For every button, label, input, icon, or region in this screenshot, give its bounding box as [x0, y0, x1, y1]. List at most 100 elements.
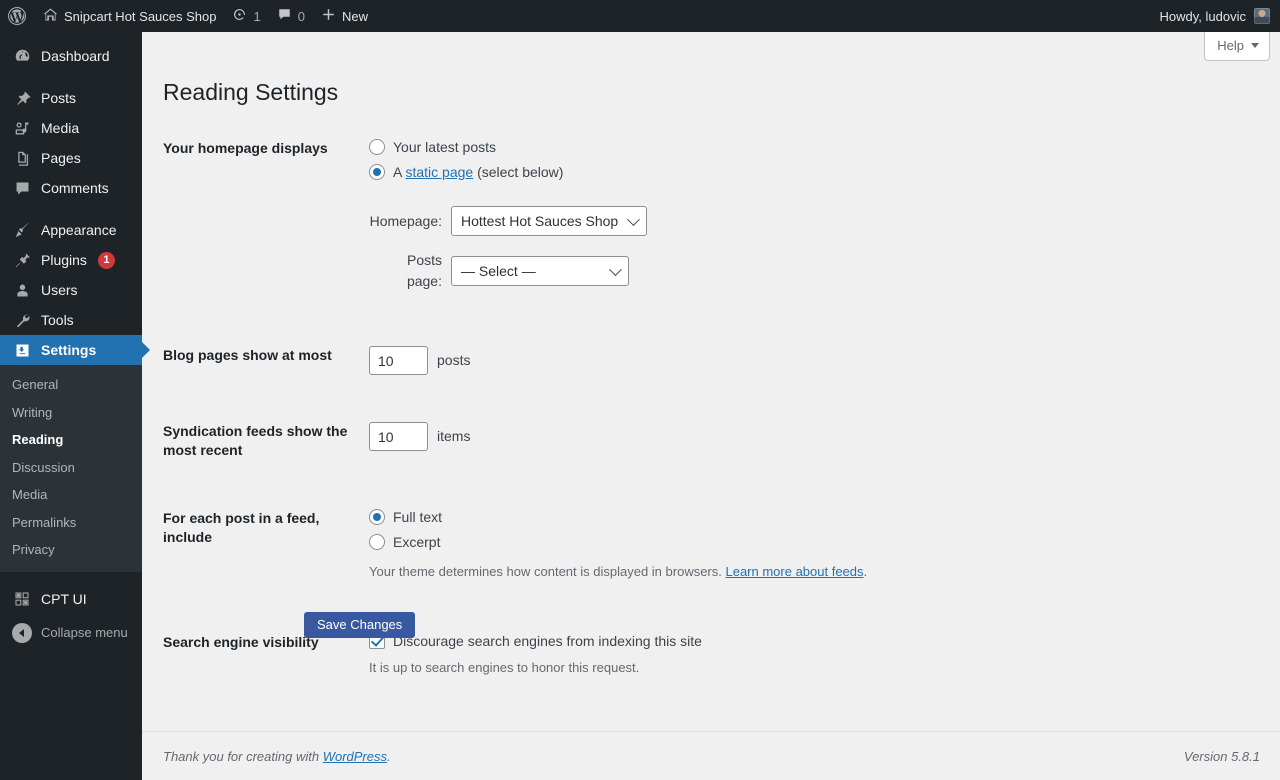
sidebar-item-comments[interactable]: Comments — [0, 173, 142, 203]
radio-full-text-control[interactable] — [369, 508, 385, 525]
blog-pages-unit: posts — [437, 352, 471, 368]
sidebar-item-label: Posts — [41, 90, 77, 106]
radio-excerpt[interactable]: Excerpt — [369, 533, 1243, 550]
radio-static-page[interactable]: A static page (select below) — [369, 164, 1243, 180]
updates-count: 1 — [253, 8, 261, 24]
wordpress-link[interactable]: WordPress — [323, 749, 387, 764]
grid-squares-icon — [12, 589, 32, 609]
sidebar-item-dashboard[interactable]: Dashboard — [0, 41, 142, 71]
radio-latest-posts-label: Your latest posts — [393, 139, 496, 155]
sidebar-item-label: Appearance — [41, 222, 117, 238]
row-blog-pages: Blog pages show at most posts — [163, 331, 1253, 390]
sidebar-item-appearance[interactable]: Appearance — [0, 215, 142, 245]
radio-excerpt-control[interactable] — [369, 533, 385, 550]
wordpress-logo-button[interactable] — [0, 0, 35, 32]
row-syndication-feeds: Syndication feeds show the most recent i… — [163, 407, 1253, 475]
blog-pages-input[interactable] — [369, 346, 428, 375]
submenu-item-privacy[interactable]: Privacy — [0, 536, 142, 564]
sidebar-item-cpt-ui[interactable]: CPT UI — [0, 584, 142, 614]
page-title: Reading Settings — [163, 79, 339, 105]
site-name-menu[interactable]: Snipcart Hot Sauces Shop — [35, 0, 224, 32]
dashboard-icon — [12, 46, 32, 66]
sidebar-divider — [0, 572, 142, 584]
comments-count: 0 — [297, 8, 305, 24]
syndication-field: items — [359, 407, 1253, 475]
save-changes-button[interactable]: Save Changes — [304, 612, 416, 638]
posts-page-select[interactable]: — Select — — [451, 256, 629, 286]
avatar — [1254, 8, 1270, 24]
pages-icon — [12, 148, 32, 168]
radio-latest-posts[interactable]: Your latest posts — [369, 139, 1243, 155]
homepage-select-row: Homepage: Hottest Hot Sauces Shop — [369, 206, 1243, 236]
sidebar-divider — [0, 71, 142, 83]
syndication-label: Syndication feeds show the most recent — [163, 423, 348, 458]
footer-version: Version 5.8.1 — [1183, 748, 1260, 764]
posts-page-select-row: Posts page: — Select — — [369, 250, 1243, 292]
sidebar-item-pages[interactable]: Pages — [0, 143, 142, 173]
sidebar-item-settings[interactable]: Settings — [0, 335, 150, 365]
static-page-link[interactable]: static page — [405, 164, 473, 180]
sidebar-item-users[interactable]: Users — [0, 275, 142, 305]
footer-thanks-prefix: Thank you for creating with — [163, 748, 323, 764]
main-content: Help Reading Settings Your homepage disp… — [142, 32, 1280, 780]
sidebar-item-label: CPT UI — [41, 590, 87, 607]
homepage-select[interactable]: Hottest Hot Sauces Shop — [451, 206, 648, 236]
pin-icon — [12, 88, 32, 108]
reading-settings-form: Your homepage displays Your latest posts… — [163, 124, 1253, 693]
feed-help-prefix: Your theme determines how content is dis… — [369, 563, 726, 579]
sidebar-item-plugins[interactable]: Plugins 1 — [0, 245, 142, 275]
homepage-select-value: Hottest Hot Sauces Shop — [461, 212, 619, 229]
checkbox-discourage-search-label: Discourage search engines from indexing … — [393, 633, 702, 650]
search-visibility-help: It is up to search engines to honor this… — [369, 660, 640, 676]
settings-submenu: General Writing Reading Discussion Media… — [0, 365, 142, 572]
submenu-item-permalinks[interactable]: Permalinks — [0, 509, 142, 537]
submenu-item-reading[interactable]: Reading — [0, 426, 142, 454]
home-icon — [43, 7, 58, 25]
chevron-down-icon — [627, 213, 641, 227]
new-content-button[interactable]: New — [313, 0, 376, 32]
footer-thanks-suffix: . — [387, 748, 391, 764]
howdy-label: Howdy, ludovic — [1159, 8, 1246, 24]
sidebar-item-label: Users — [41, 282, 78, 298]
homepage-select-caption: Homepage: — [369, 212, 442, 229]
radio-static-page-control[interactable] — [369, 164, 385, 180]
media-icon — [12, 118, 32, 138]
syndication-unit: items — [437, 428, 471, 444]
submenu-item-media[interactable]: Media — [0, 481, 142, 509]
sidebar-item-media[interactable]: Media — [0, 113, 142, 143]
submenu-item-general[interactable]: General — [0, 371, 142, 399]
feed-include-help: Your theme determines how content is dis… — [369, 562, 1243, 582]
submenu-item-writing[interactable]: Writing — [0, 399, 142, 427]
feed-include-label: For each post in a feed, include — [163, 509, 320, 545]
sidebar-divider — [0, 203, 142, 215]
sidebar-item-label: Pages — [41, 150, 81, 166]
plus-icon — [321, 7, 336, 25]
sidebar-item-label: Media — [41, 120, 80, 136]
help-tab-button[interactable]: Help — [1204, 32, 1270, 61]
plugins-update-badge: 1 — [97, 251, 115, 269]
sidebar-item-label: Settings — [41, 342, 97, 358]
collapse-menu-label: Collapse menu — [41, 625, 128, 641]
radio-static-page-label: A static page (select below) — [393, 165, 563, 179]
collapse-arrow-icon — [12, 622, 32, 643]
sidebar-item-posts[interactable]: Posts — [0, 83, 142, 113]
account-menu[interactable]: Howdy, ludovic — [1160, 0, 1280, 32]
comments-button[interactable]: 0 — [269, 0, 313, 32]
row-homepage-displays: Your homepage displays Your latest posts… — [163, 124, 1253, 307]
updates-button[interactable]: 1 — [224, 0, 268, 32]
admin-sidebar: Dashboard Posts Media Pages Comments App… — [0, 32, 150, 780]
footer-thanks: Thank you for creating with WordPress. — [163, 749, 391, 764]
comment-icon — [12, 178, 32, 198]
radio-latest-posts-control[interactable] — [369, 139, 385, 155]
new-content-label: New — [341, 8, 368, 24]
learn-more-feeds-link[interactable]: Learn more about feeds — [725, 564, 863, 579]
radio-full-text-label: Full text — [393, 508, 443, 525]
radio-full-text[interactable]: Full text — [369, 508, 1243, 525]
collapse-menu-button[interactable]: Collapse menu — [0, 618, 142, 648]
sidebar-item-tools[interactable]: Tools — [0, 305, 142, 335]
syndication-input[interactable] — [369, 422, 428, 451]
static-prefix-text: A — [393, 164, 406, 180]
checkbox-discourage-search[interactable]: Discourage search engines from indexing … — [369, 633, 1243, 650]
submenu-item-discussion[interactable]: Discussion — [0, 454, 142, 482]
row-feed-include: For each post in a feed, include Full te… — [163, 494, 1253, 597]
